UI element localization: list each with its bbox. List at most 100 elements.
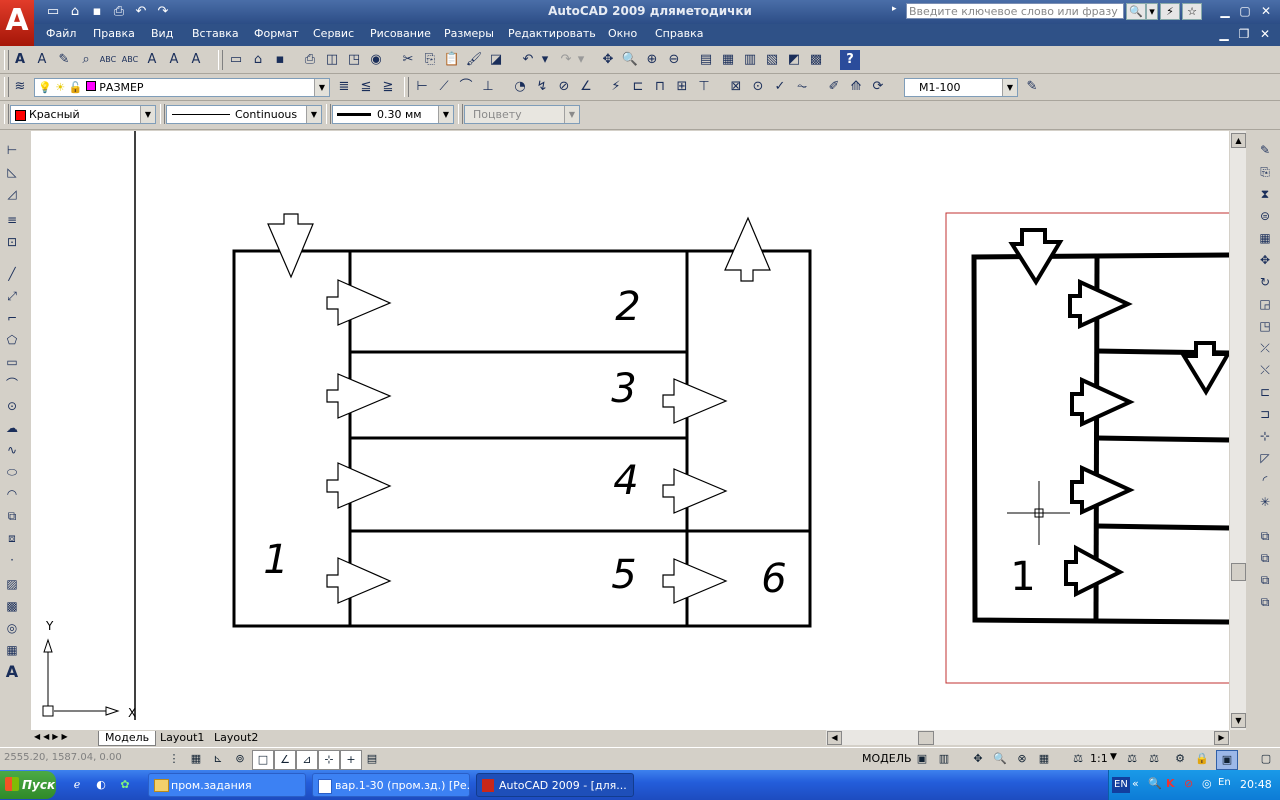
grid-toggle-icon[interactable]: ▦ [186, 750, 206, 768]
table-icon[interactable]: ▦ [2, 640, 22, 660]
dimstyle-manager-icon[interactable]: ✎ [1022, 77, 1042, 97]
dim-aligned-side-icon[interactable]: ◺ [2, 162, 22, 182]
chevron-down-icon[interactable]: ▼ [438, 106, 453, 123]
pan-status-icon[interactable]: ✥ [968, 750, 988, 768]
undo-dropdown-icon[interactable]: ▾ [540, 50, 550, 70]
dim-break-icon[interactable]: ⊤ [694, 77, 714, 97]
search-icon[interactable]: 🔍 [1126, 3, 1146, 20]
construction-line-icon[interactable]: ⤢ [2, 286, 22, 306]
scroll-right-arrow-icon[interactable]: ▶ [1214, 731, 1229, 745]
qnew-icon[interactable]: ▭ [226, 50, 246, 70]
dim-angular-icon[interactable]: ∠ [576, 77, 596, 97]
print-icon[interactable]: ⎙ [110, 3, 128, 20]
zoom-previous-icon[interactable]: ⊖ [664, 50, 684, 70]
dimstyle-dropdown[interactable]: М1-100 ▼ [904, 78, 1018, 97]
tab-layout1[interactable]: Layout1 [156, 731, 208, 745]
chevron-down-icon[interactable]: ▼ [1002, 79, 1017, 96]
color-dropdown[interactable]: Красный ▼ [10, 105, 156, 124]
horizontal-scrollbar[interactable]: ◀ ▶ [826, 730, 1230, 745]
ellipse-icon[interactable]: ⬭ [2, 462, 22, 482]
quick-dim-icon[interactable]: ⚡ [606, 77, 626, 97]
dim-diameter-icon[interactable]: ⊘ [554, 77, 574, 97]
menu-edit[interactable]: Правка [93, 27, 135, 41]
undo-toolbar-icon[interactable]: ↶ [518, 50, 538, 70]
communication-center-icon[interactable]: ⚡ [1160, 3, 1180, 20]
save-toolbar-icon[interactable]: ▪ [270, 50, 290, 70]
tray-expand-icon[interactable]: « [1132, 777, 1139, 790]
tab-navigation-arrows-icon[interactable]: ◀◀▶▶ [34, 732, 71, 741]
ie-quicklaunch-icon[interactable]: ℯ [68, 776, 86, 794]
menu-dimension[interactable]: Размеры [444, 27, 494, 41]
convert-space-icon[interactable]: A [186, 50, 206, 70]
edit-text-icon[interactable]: ✎ [54, 50, 74, 70]
3d-dwf-icon[interactable]: ◉ [366, 50, 386, 70]
copy-icon[interactable]: ⎘ [420, 50, 440, 70]
minimize-button[interactable]: ▁ [1216, 3, 1234, 20]
menu-insert[interactable]: Вставка [192, 27, 239, 41]
dim-jogged-icon[interactable]: ↯ [532, 77, 552, 97]
maximize-button[interactable]: ▢ [1236, 3, 1254, 20]
steering-wheel-icon[interactable]: ⊗ [1012, 750, 1032, 768]
taskbar-item-autocad[interactable]: AutoCAD 2009 - [для... [476, 773, 634, 797]
offset-icon[interactable]: ⊜ [1255, 206, 1275, 226]
explode-icon[interactable]: ✳ [1255, 492, 1275, 512]
doc-close-button[interactable]: ✕ [1257, 26, 1273, 42]
line-icon[interactable]: ╱ [2, 264, 22, 284]
polyline-icon[interactable]: ⌐ [2, 308, 22, 328]
menu-format[interactable]: Формат [254, 27, 299, 41]
justify-text-icon[interactable]: A [164, 50, 184, 70]
menu-modify[interactable]: Редактировать [508, 27, 596, 41]
extend-icon[interactable]: ⤬ [1255, 360, 1275, 380]
quick-properties-icon[interactable]: ▤ [362, 750, 382, 768]
scale-text-icon[interactable]: A [142, 50, 162, 70]
chevron-down-icon[interactable]: ▼ [140, 106, 155, 123]
draw-order-icon[interactable]: ⧉ [1255, 526, 1275, 546]
tab-model[interactable]: Модель [98, 731, 157, 746]
zoom-window-icon[interactable]: ⊕ [642, 50, 662, 70]
tray-app-icon[interactable]: ⊘ [1184, 777, 1193, 790]
make-block-icon[interactable]: ⧈ [2, 528, 22, 548]
block-editor-icon[interactable]: ◪ [486, 50, 506, 70]
model-space-label[interactable]: МОДЕЛЬ [862, 752, 912, 765]
menu-file[interactable]: Файл [46, 27, 76, 41]
chevron-down-icon[interactable]: ▼ [314, 79, 329, 96]
annotation-visibility-icon[interactable]: ⚖ [1122, 750, 1142, 768]
mirror-icon[interactable]: ⧗ [1255, 184, 1275, 204]
dim-continue-icon[interactable]: ⊓ [650, 77, 670, 97]
send-back-icon[interactable]: ⧉ [1255, 570, 1275, 590]
menu-draw[interactable]: Рисование [370, 27, 431, 41]
publish-icon[interactable]: ◳ [344, 50, 364, 70]
plot-icon[interactable]: ⎙ [300, 50, 320, 70]
hatch-icon[interactable]: ▨ [2, 574, 22, 594]
dim-linear-icon[interactable]: ⊢ [412, 77, 432, 97]
toolbar-grip[interactable] [4, 50, 9, 70]
start-button[interactable]: Пуск [0, 771, 56, 799]
sheet-set-icon[interactable]: ▧ [762, 50, 782, 70]
dyn-toggle-icon[interactable]: ⊹ [318, 750, 340, 770]
dim-arc-icon[interactable]: ⌒ [456, 77, 476, 97]
help-icon[interactable]: ? [840, 50, 860, 70]
break-at-point-icon[interactable]: ⊏ [1255, 382, 1275, 402]
multiline-text-icon[interactable]: A [2, 662, 22, 682]
tray-lang-en-icon[interactable]: En [1218, 777, 1231, 788]
auto-scale-icon[interactable]: ⚖ [1144, 750, 1164, 768]
vertical-scrollbar[interactable]: ▲ ▼ [1230, 131, 1246, 730]
quickcalc-icon[interactable]: ▩ [806, 50, 826, 70]
layer-previous-icon[interactable]: ≦ [356, 77, 376, 97]
toolbar-grip[interactable] [404, 77, 409, 97]
center-mark-icon[interactable]: ⊙ [748, 77, 768, 97]
dim-ordinate-icon[interactable]: ⊥ [478, 77, 498, 97]
open-icon[interactable]: ⌂ [248, 50, 268, 70]
move-icon[interactable]: ✥ [1255, 250, 1275, 270]
circle-icon[interactable]: ⊙ [2, 396, 22, 416]
lineweight-toggle-icon[interactable]: + [340, 750, 362, 770]
fillet-icon[interactable]: ◜ [1255, 470, 1275, 490]
ellipse-arc-icon[interactable]: ◠ [2, 484, 22, 504]
match-properties-icon[interactable]: 🖌 [464, 50, 484, 70]
copy-object-icon[interactable]: ⎘ [1255, 162, 1275, 182]
scroll-thumb[interactable] [1231, 563, 1246, 581]
rotate-icon[interactable]: ↻ [1255, 272, 1275, 292]
polygon-icon[interactable]: ⬠ [2, 330, 22, 350]
redo-toolbar-icon[interactable]: ↷ [556, 50, 576, 70]
tray-antivirus-icon[interactable]: K [1166, 777, 1175, 790]
